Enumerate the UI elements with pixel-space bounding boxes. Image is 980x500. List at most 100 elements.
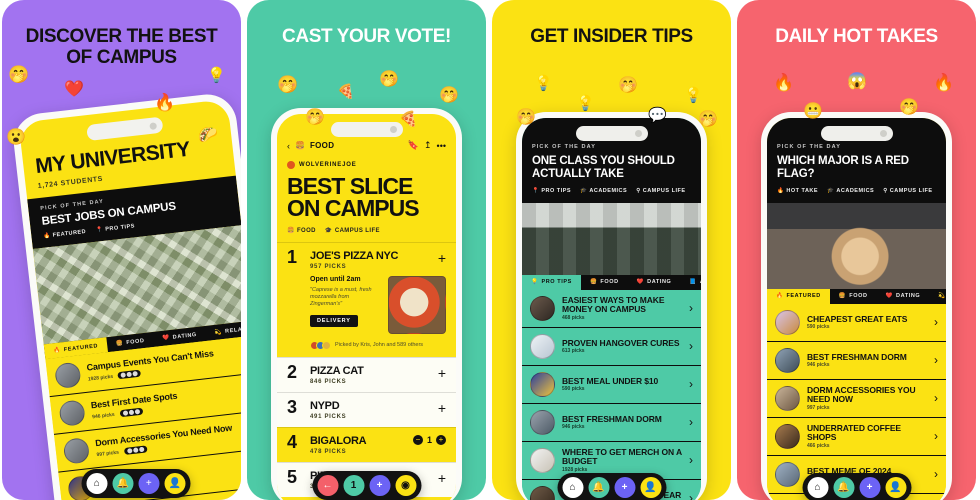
bookmark-icon[interactable]: 🔖 xyxy=(408,140,419,151)
headline-hot-takes: DAILY HOT TAKES xyxy=(775,26,938,47)
option-name: BIGALORA xyxy=(310,434,367,447)
poll-option-3[interactable]: 3 NYPD 491 PICKS + xyxy=(277,391,456,427)
list-item[interactable]: BEST MEAL UNDER $10 590 picks › xyxy=(522,366,701,404)
plus-icon[interactable]: + xyxy=(436,434,446,445)
list-item-title: CHEAPEST GREAT EATS xyxy=(807,313,908,324)
pizza-photo xyxy=(388,275,446,334)
headline-tips: GET INSIDER TIPS xyxy=(530,26,693,47)
rank-number: 4 xyxy=(287,431,298,452)
author-avatar xyxy=(287,161,295,169)
list-item-title: PROVEN HANGOVER CUREs xyxy=(562,337,680,348)
add-vote-button[interactable]: + xyxy=(438,365,446,381)
list-item[interactable]: DORM ACCESSORIES YOU NEED NOW 997 picks … xyxy=(767,380,946,418)
tab-dating[interactable]: ❤️ DATING xyxy=(628,275,681,290)
tab-featured[interactable]: 🔥 FEATURED xyxy=(767,288,830,304)
option-picks: 491 PICKS xyxy=(310,413,347,420)
tab-pro-tips[interactable]: 💡 PRO TIPS xyxy=(522,274,581,290)
plus-icon[interactable]: + xyxy=(614,477,635,498)
hero-tag-campus-life: ⚲ CAMPUS LIFE xyxy=(636,187,686,194)
list-item-picks: 997 picks xyxy=(96,449,120,459)
phone-mockup-tips: PICK OF THE DAY ONE CLASS YOU SHOULD ACT… xyxy=(516,112,707,500)
add-vote-button[interactable]: + xyxy=(438,250,446,266)
bell-icon[interactable]: 🔔 xyxy=(833,477,854,498)
list-item-picks: 946 picks xyxy=(91,411,116,421)
person-icon[interactable]: 👤 xyxy=(885,477,906,498)
author-byline[interactable]: WOLVERINEJOE xyxy=(277,151,456,169)
screenshot-vote: CAST YOUR VOTE! 🤭 🍕 🤭 🤭 🤭 🍕 ‹ 🍔 FOOD 🔖 ↥… xyxy=(247,0,486,500)
poll-option-4[interactable]: 4 BIGALORA 478 PICKS − 1 + xyxy=(277,426,456,462)
add-vote-button[interactable]: + xyxy=(438,470,446,486)
chevron-right-icon: › xyxy=(689,415,693,430)
phone-mockup-vote: ‹ 🍔 FOOD 🔖 ↥ ••• WOLVERINEJOE BEST SLICE… xyxy=(271,108,462,500)
vote-count: 1 xyxy=(426,434,432,445)
hero-image-video-selfie xyxy=(767,202,946,289)
poll-option-1[interactable]: 1 JOE'S PIZZA NYC 957 PICKS + Open until… xyxy=(277,241,456,357)
poll-option-2[interactable]: 2 PIZZA CAT 846 PICKS + xyxy=(277,356,456,392)
hero-tag-hot-take: 🔥 HOT TAKE xyxy=(777,187,819,194)
camera-dot-icon xyxy=(879,130,887,137)
list-item[interactable]: CHEAPEST GREAT EATS 590 picks › xyxy=(767,304,946,342)
fire-emoji: 🔥 xyxy=(154,93,176,112)
dynamic-island xyxy=(86,116,164,142)
avatar xyxy=(530,447,555,473)
add-vote-button[interactable]: + xyxy=(438,400,446,416)
list-item[interactable]: EASIEST WAYS TO MAKE MONEY ON CAMPUS 468… xyxy=(522,290,701,328)
poll-tag-row: 🍔 FOOD 🎓 CAMPUS LIFE xyxy=(277,220,456,242)
share-icon[interactable]: ↥ xyxy=(424,140,432,151)
dynamic-island xyxy=(330,122,403,137)
bell-icon[interactable]: 🔔 xyxy=(112,473,134,494)
home-icon[interactable]: ⌂ xyxy=(562,477,583,498)
app-screen-tips: PICK OF THE DAY ONE CLASS YOU SHOULD ACT… xyxy=(522,118,701,500)
hero-tag-pro-tips: 📍 PRO TIPS xyxy=(532,187,572,194)
camera-dot-icon xyxy=(389,126,397,133)
plus-icon[interactable]: + xyxy=(369,475,390,496)
list-item[interactable]: BEST FRESHMAN DORM 946 picks › xyxy=(522,404,701,442)
chevron-right-icon: › xyxy=(934,391,938,406)
chevron-right-icon: › xyxy=(689,301,693,316)
list-item[interactable]: UNDERRATED COFFEE SHOPS 466 picks › xyxy=(767,418,946,456)
more-icon[interactable]: ••• xyxy=(437,141,446,151)
pizza-emoji: 🍕 xyxy=(337,83,355,99)
option-picks: 957 PICKS xyxy=(310,263,347,270)
bottom-nav-vote: ← 1 + ◉ xyxy=(312,471,421,500)
thinking-emoji: 🤭 xyxy=(698,111,718,128)
minus-icon[interactable]: − xyxy=(412,434,423,445)
plus-icon[interactable]: + xyxy=(859,477,880,498)
person-icon[interactable]: 👤 xyxy=(164,473,186,494)
back-icon[interactable]: ‹ xyxy=(287,141,290,151)
vote-stepper[interactable]: − 1 + xyxy=(412,434,446,445)
tab-academics[interactable]: 📘ACADEMICS xyxy=(680,275,701,290)
thinking-emoji: 🤭 xyxy=(516,109,536,126)
camera-icon[interactable]: ◉ xyxy=(395,475,416,496)
tab-food[interactable]: 🍔 FOOD xyxy=(581,275,628,290)
delivery-button[interactable]: DELIVERY xyxy=(310,314,358,327)
screenshot-tips: GET INSIDER TIPS 💡 🤭 💡 💡 🤭 🤭 💬 PICK OF T… xyxy=(492,0,731,500)
plus-icon[interactable]: + xyxy=(138,473,160,494)
hero-kicker: PICK OF THE DAY xyxy=(532,144,596,150)
app-screen-vote: ‹ 🍔 FOOD 🔖 ↥ ••• WOLVERINEJOE BEST SLICE… xyxy=(277,114,456,500)
thinking-emoji: 🤭 xyxy=(439,87,459,104)
tab-dating[interactable]: ❤️ DATING xyxy=(877,289,930,304)
vote-count-icon[interactable]: 1 xyxy=(343,475,364,496)
tab-relationships[interactable]: 💫RELATIONSHIPS xyxy=(929,289,946,304)
list-item[interactable]: BEST FRESHMAN DORM 946 picks › xyxy=(767,342,946,380)
home-icon[interactable]: ⌂ xyxy=(807,477,828,498)
headline-discover: DISCOVER THE BEST OF CAMPUS xyxy=(25,26,218,69)
tab-food[interactable]: 🍔 FOOD xyxy=(830,289,877,304)
app-screen-hot-takes: PICK OF THE DAY WHICH MAJOR IS A RED FLA… xyxy=(767,118,946,500)
list-item[interactable]: PROVEN HANGOVER CUREs 613 picks › xyxy=(522,328,701,366)
category-tabs-tips: 💡PRO TIPS 🍔FOOD ❤️DATING 📘ACADEMICS xyxy=(522,274,701,290)
option-picks: 846 PICKS xyxy=(310,378,347,385)
list-item-picks: 1928 picks xyxy=(87,373,114,383)
home-icon[interactable]: ⌂ xyxy=(86,473,108,494)
heart-emoji: ❤️ xyxy=(64,81,84,98)
list-item-title: BEST FRESHMAN DORM xyxy=(562,413,662,424)
person-icon[interactable]: 👤 xyxy=(640,477,661,498)
option-name: JOE'S PIZZA NYC xyxy=(310,249,399,262)
back-arrow-icon[interactable]: ← xyxy=(317,475,338,496)
poll-tag-campus-life: 🎓 CAMPUS LIFE xyxy=(324,227,380,234)
thinking-emoji: 🤭 xyxy=(618,77,638,94)
bell-icon[interactable]: 🔔 xyxy=(588,477,609,498)
shocked-emoji: 😮 xyxy=(6,129,26,146)
category-tabs-hot-takes: 🔥FEATURED 🍔FOOD ❤️DATING 💫RELATIONSHIPS xyxy=(767,288,946,304)
